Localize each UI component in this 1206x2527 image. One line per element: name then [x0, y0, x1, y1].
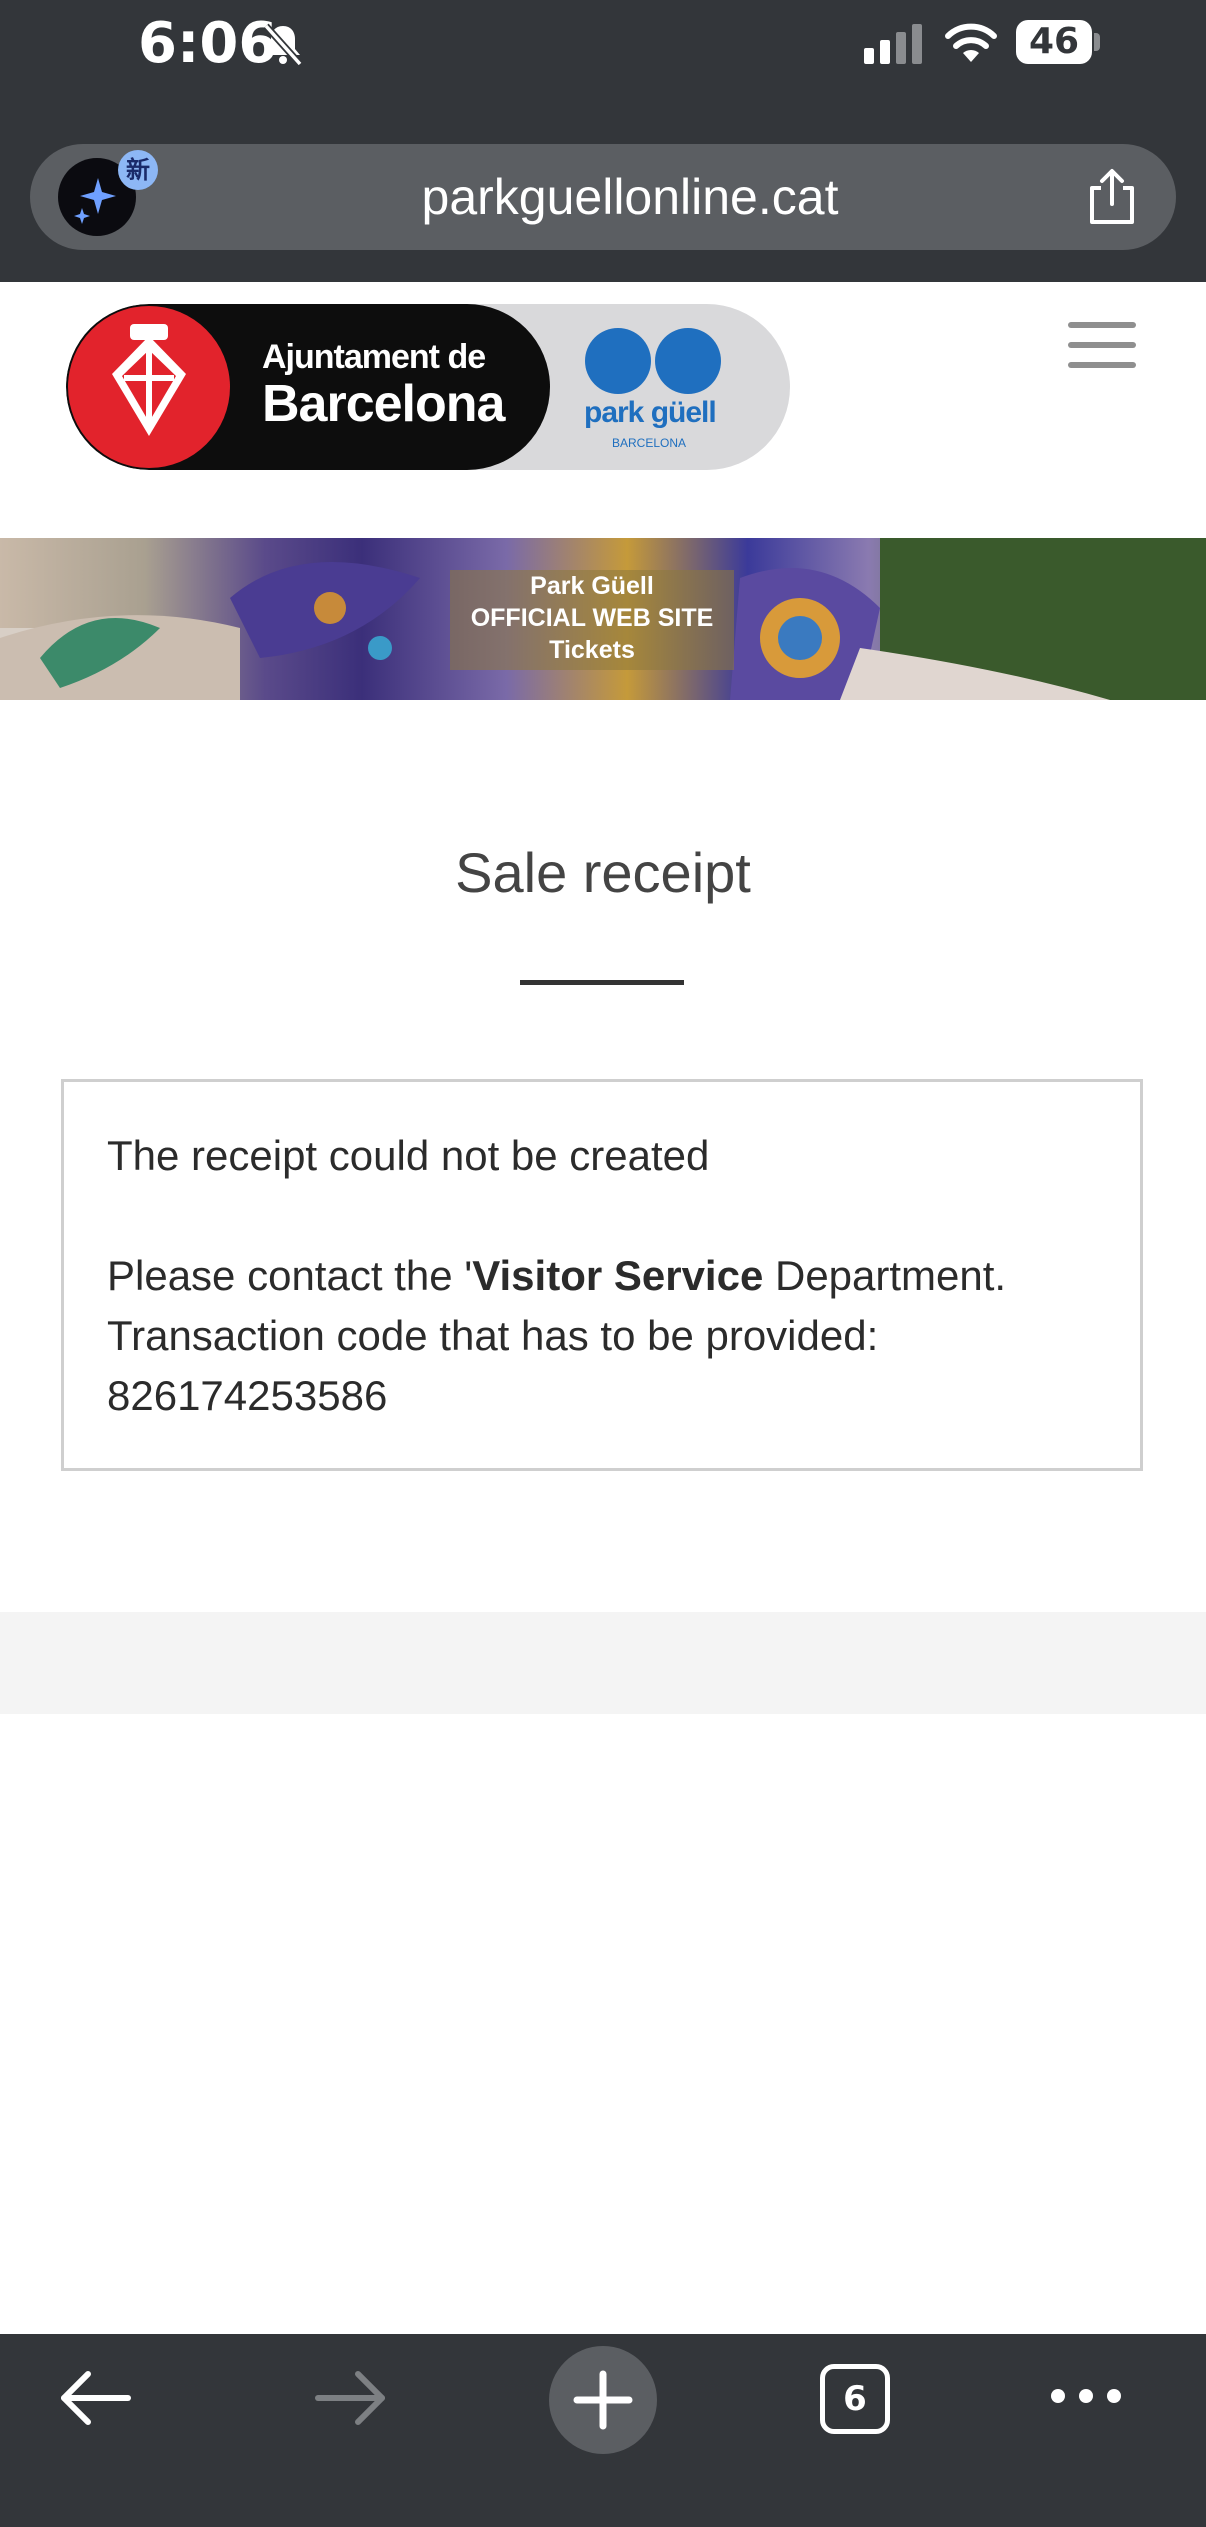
page-footer [0, 1612, 1206, 1714]
park-guell-circles-icon [585, 328, 721, 394]
park-guell-logo-text: park güell [584, 396, 717, 429]
tab-switcher-button[interactable]: 6 [820, 2364, 890, 2434]
share-icon[interactable] [1082, 166, 1142, 228]
visitor-service-label: Visitor Service [472, 1252, 764, 1299]
contact-prefix: Please contact the ' [107, 1252, 473, 1299]
more-options-icon[interactable] [1048, 2382, 1124, 2410]
bell-muted-icon [263, 23, 303, 67]
browser-top-chrome: 6:06 46 新 parkguellonline.cat [0, 0, 1206, 282]
status-time: 6:06 [138, 11, 278, 76]
transaction-label: Transaction code that has to be provided… [107, 1312, 879, 1359]
site-logo[interactable]: Ajuntament de Barcelona park güell BARCE… [66, 304, 790, 470]
page-title: Sale receipt [455, 841, 751, 904]
hamburger-menu-icon[interactable] [1066, 318, 1138, 372]
banner-title: Park Güell [530, 572, 654, 600]
address-bar[interactable]: 新 parkguellonline.cat [30, 144, 1176, 250]
banner-tickets: Tickets [549, 636, 635, 664]
banner-subtitle: OFFICIAL WEB SITE [470, 604, 714, 632]
plus-icon [573, 2370, 633, 2430]
contact-instruction: Please contact the 'Visitor Service Depa… [107, 1246, 1006, 1306]
back-arrow-icon[interactable] [56, 2366, 136, 2430]
error-message: The receipt could not be created [107, 1132, 710, 1179]
new-tab-button[interactable] [549, 2346, 657, 2454]
transaction-code: 826174253586 [107, 1372, 388, 1419]
barcelona-seal-icon [68, 306, 230, 468]
logo-text-barcelona: Barcelona [262, 375, 505, 433]
title-underline [520, 980, 684, 985]
cellular-signal-icon [864, 24, 922, 64]
battery-indicator: 46 [1016, 20, 1092, 64]
contact-suffix: Department. [763, 1252, 1007, 1299]
city-council-logo: Ajuntament de Barcelona [66, 304, 550, 470]
wifi-icon [945, 23, 997, 62]
forward-arrow-icon[interactable] [310, 2366, 390, 2430]
url-text[interactable]: parkguellonline.cat [190, 144, 1070, 250]
battery-tip [1094, 33, 1100, 51]
new-badge: 新 [118, 150, 158, 190]
park-guell-city-text: BARCELONA [612, 436, 687, 450]
logo-text-ajuntament: Ajuntament de [262, 338, 486, 376]
